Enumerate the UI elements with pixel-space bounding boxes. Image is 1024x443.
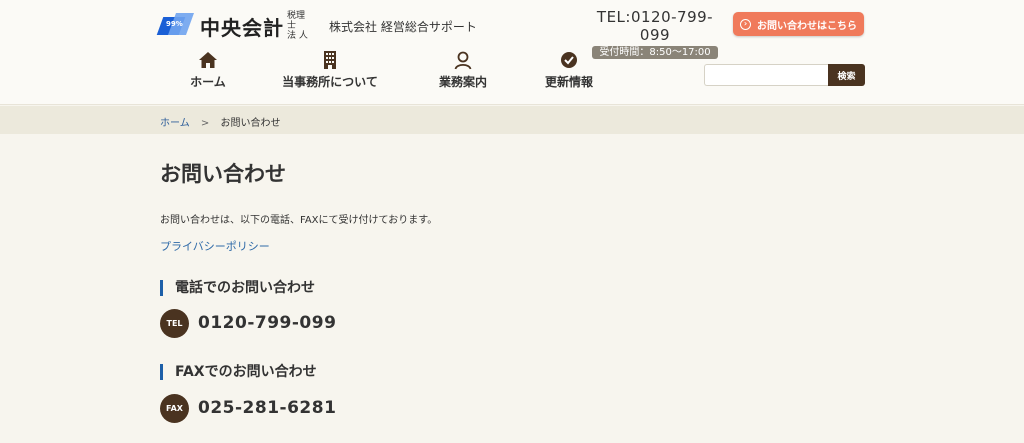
arrow-circle-icon: ›	[740, 18, 751, 30]
nav-item-services[interactable]: 業務案内	[437, 50, 489, 90]
logo-company: 株式会社 経営総合サポート	[329, 19, 477, 34]
breadcrumb-separator: >	[200, 118, 210, 129]
site-search: 検索	[704, 64, 865, 86]
fax-badge-icon: FAX	[160, 394, 189, 423]
breadcrumb-home-link[interactable]: ホーム	[160, 118, 190, 129]
search-input[interactable]	[704, 64, 828, 86]
contact-button[interactable]: › お問い合わせはこちら	[733, 12, 864, 36]
nav-item-label: 業務案内	[438, 75, 487, 89]
home-icon	[199, 52, 217, 68]
phone-heading: 電話でのお問い合わせ	[160, 280, 315, 296]
site-header: 99% 中央会計 税理士 法 人 株式会社 経営総合サポート TEL:0120-…	[0, 0, 1024, 105]
fax-heading: FAXでのお問い合わせ	[160, 364, 317, 380]
nav-item-about[interactable]: 当事務所について	[280, 50, 380, 90]
breadcrumb-current: お問い合わせ	[220, 118, 281, 129]
phone-number[interactable]: 0120-799-099	[198, 313, 336, 333]
person-icon	[454, 51, 472, 70]
logo-subtitle: 税理士 法 人	[287, 11, 313, 41]
breadcrumb-bar: ホーム > お問い合わせ	[0, 106, 1024, 134]
site-logo[interactable]: 99% 中央会計 税理士 法 人 株式会社 経営総合サポート	[156, 11, 477, 41]
fax-number: 025-281-6281	[198, 398, 337, 418]
building-icon	[324, 51, 336, 69]
contact-button-label: お問い合わせはこちら	[757, 20, 857, 32]
page-title: お問い合わせ	[160, 162, 286, 186]
breadcrumb: ホーム > お問い合わせ	[160, 114, 280, 129]
nav-item-label: ホーム	[190, 75, 226, 89]
nav-item-label: 当事務所について	[282, 75, 378, 89]
logo-number: 99%	[166, 20, 183, 28]
nav-item-news[interactable]: 更新情報	[543, 50, 595, 90]
tel-badge-icon: TEL	[160, 309, 189, 338]
tel-number: TEL:0120-799-099	[596, 8, 714, 44]
logo-sub-line2: 法 人	[287, 31, 308, 41]
privacy-policy-link[interactable]: プライバシーポリシー	[160, 238, 270, 254]
logo-name: 中央会計	[200, 15, 284, 40]
nav-item-label: 更新情報	[544, 75, 593, 89]
search-button[interactable]: 検索	[828, 64, 865, 86]
nav-item-home[interactable]: ホーム	[186, 50, 230, 90]
logo-mark-icon: 99%	[156, 13, 195, 39]
main-nav: ホーム 当事務所について 業務案内 更新情報	[0, 50, 1024, 95]
logo-sub-line1: 税理士	[287, 11, 306, 31]
check-circle-icon	[561, 52, 577, 68]
intro-text: お問い合わせは、以下の電話、FAXにて受け付けております。	[160, 215, 438, 226]
